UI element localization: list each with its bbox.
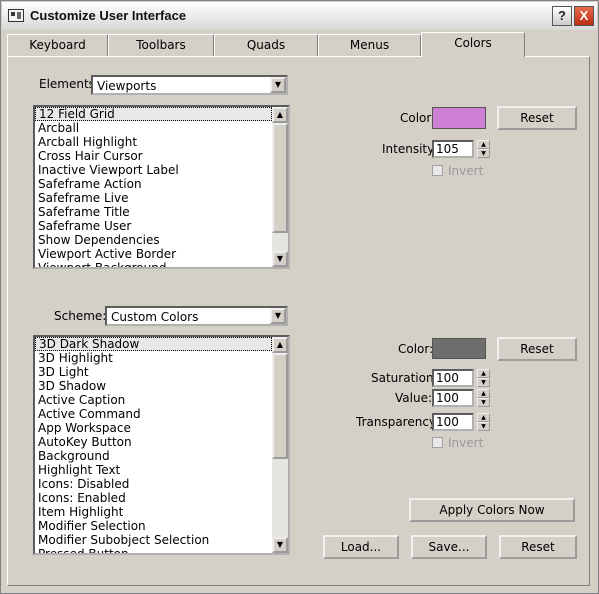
list-item[interactable]: Active Command	[35, 407, 272, 421]
list-item[interactable]: AutoKey Button	[35, 435, 272, 449]
scroll-down-icon[interactable]: ▼	[272, 251, 288, 267]
scroll-thumb[interactable]	[272, 353, 288, 459]
list-item[interactable]: Icons: Enabled	[35, 491, 272, 505]
close-button[interactable]: X	[574, 6, 594, 26]
intensity-spinner[interactable]: 105 ▲ ▼	[432, 140, 490, 158]
list-item[interactable]: Active Caption	[35, 393, 272, 407]
list-item[interactable]: 3D Shadow	[35, 379, 272, 393]
list-item[interactable]: Modifier Subobject Selection	[35, 533, 272, 547]
transparency-spinner[interactable]: 100 ▲ ▼	[432, 413, 490, 431]
tab-colors[interactable]: Colors	[421, 32, 525, 57]
list-item[interactable]: Show Dependencies	[35, 233, 272, 247]
intensity-label: Intensity:	[382, 142, 438, 156]
spin-up-icon[interactable]: ▲	[477, 389, 490, 398]
elements-color-swatch[interactable]	[432, 107, 486, 129]
elements-list[interactable]: 12 Field Grid Arcball Arcball Highlight …	[33, 105, 290, 269]
help-button[interactable]: ?	[552, 6, 572, 26]
scheme-color-label: Color:	[398, 342, 434, 356]
title-bar[interactable]: Customize User Interface ? X	[2, 2, 597, 30]
scroll-up-icon[interactable]: ▲	[272, 107, 288, 123]
transparency-input[interactable]: 100	[432, 413, 474, 431]
app-icon	[8, 9, 24, 22]
scheme-list[interactable]: 3D Dark Shadow 3D Highlight 3D Light 3D …	[33, 335, 290, 555]
saturation-label: Saturation:	[371, 371, 438, 385]
tab-menus[interactable]: Menus	[318, 34, 421, 56]
elements-reset-button[interactable]: Reset	[497, 106, 577, 130]
spin-up-icon[interactable]: ▲	[477, 140, 490, 149]
bottom-reset-button[interactable]: Reset	[499, 535, 577, 559]
value-spinner[interactable]: 100 ▲ ▼	[432, 389, 490, 407]
list-item[interactable]: 3D Dark Shadow	[35, 337, 272, 351]
transparency-label: Transparency:	[356, 415, 440, 429]
list-item[interactable]: Viewport Active Border	[35, 247, 272, 261]
list-item[interactable]: Safeframe Live	[35, 191, 272, 205]
list-item[interactable]: Background	[35, 449, 272, 463]
scroll-thumb[interactable]	[272, 123, 288, 233]
elements-dropdown-value: Viewports	[97, 79, 157, 93]
spin-up-icon[interactable]: ▲	[477, 413, 490, 422]
elements-label: Elements:	[39, 77, 99, 91]
list-item[interactable]: Icons: Disabled	[35, 477, 272, 491]
scheme-dropdown-value: Custom Colors	[111, 310, 199, 324]
spin-up-icon[interactable]: ▲	[477, 369, 490, 378]
saturation-spinner[interactable]: 100 ▲ ▼	[432, 369, 490, 387]
list-item[interactable]: Viewport Background	[35, 261, 272, 267]
list-item[interactable]: Arcball	[35, 121, 272, 135]
list-item[interactable]: Inactive Viewport Label	[35, 163, 272, 177]
list-item[interactable]: 3D Highlight	[35, 351, 272, 365]
chevron-down-icon[interactable]: ▼	[270, 77, 286, 93]
list-item[interactable]: App Workspace	[35, 421, 272, 435]
elements-scrollbar[interactable]: ▲ ▼	[272, 107, 288, 267]
value-label: Value:	[395, 391, 432, 405]
list-item[interactable]: Arcball Highlight	[35, 135, 272, 149]
chevron-down-icon[interactable]: ▼	[270, 308, 286, 324]
tab-keyboard[interactable]: Keyboard	[7, 34, 108, 56]
scheme-color-swatch[interactable]	[432, 338, 486, 359]
spin-down-icon[interactable]: ▼	[477, 422, 490, 431]
save-button[interactable]: Save...	[411, 535, 487, 559]
load-button[interactable]: Load...	[323, 535, 399, 559]
scroll-up-icon[interactable]: ▲	[272, 337, 288, 353]
scheme-label: Scheme:	[54, 309, 107, 323]
window-title: Customize User Interface	[30, 8, 187, 23]
list-item[interactable]: Cross Hair Cursor	[35, 149, 272, 163]
tab-strip: Keyboard Toolbars Quads Menus Colors	[7, 32, 590, 57]
elements-invert-label: Invert	[448, 164, 484, 178]
apply-colors-now-button[interactable]: Apply Colors Now	[409, 498, 575, 522]
list-item[interactable]: Pressed Button	[35, 547, 272, 553]
scroll-down-icon[interactable]: ▼	[272, 537, 288, 553]
tab-quads[interactable]: Quads	[214, 34, 318, 56]
list-item[interactable]: Modifier Selection	[35, 519, 272, 533]
intensity-input[interactable]: 105	[432, 140, 474, 158]
list-item[interactable]: Safeframe Action	[35, 177, 272, 191]
value-input[interactable]: 100	[432, 389, 474, 407]
list-item[interactable]: 12 Field Grid	[35, 107, 272, 121]
list-item[interactable]: Safeframe Title	[35, 205, 272, 219]
elements-color-label: Color:	[400, 111, 436, 125]
scheme-dropdown[interactable]: Custom Colors ▼	[105, 306, 288, 326]
spin-down-icon[interactable]: ▼	[477, 398, 490, 407]
scheme-invert-checkbox[interactable]	[432, 437, 443, 448]
spin-down-icon[interactable]: ▼	[477, 378, 490, 387]
elements-dropdown[interactable]: Viewports ▼	[91, 75, 288, 95]
saturation-input[interactable]: 100	[432, 369, 474, 387]
tab-toolbars[interactable]: Toolbars	[108, 34, 214, 56]
list-item[interactable]: 3D Light	[35, 365, 272, 379]
spin-down-icon[interactable]: ▼	[477, 149, 490, 158]
scheme-invert-label: Invert	[448, 436, 484, 450]
list-item[interactable]: Item Highlight	[35, 505, 272, 519]
list-item[interactable]: Highlight Text	[35, 463, 272, 477]
list-item[interactable]: Safeframe User	[35, 219, 272, 233]
scheme-reset-button[interactable]: Reset	[497, 337, 577, 361]
elements-invert-checkbox[interactable]	[432, 165, 443, 176]
scheme-scrollbar[interactable]: ▲ ▼	[272, 337, 288, 553]
customize-ui-dialog: Customize User Interface ? X Keyboard To…	[0, 0, 599, 594]
